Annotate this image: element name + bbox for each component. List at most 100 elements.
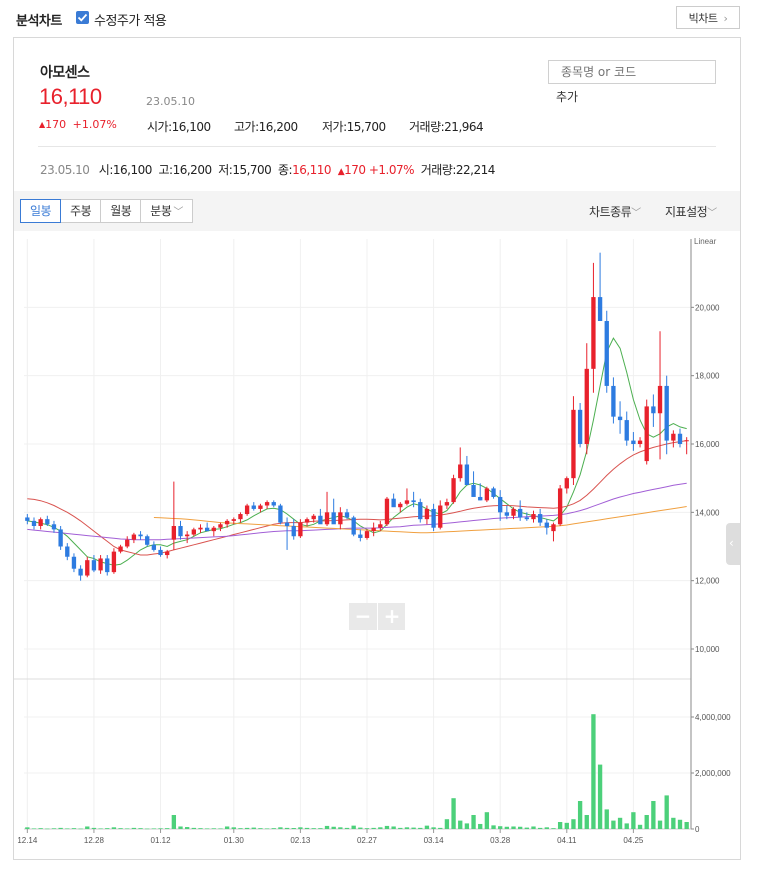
zoom-controls: − +: [349, 603, 405, 630]
adjusted-price-label[interactable]: 수정주가 적용: [94, 10, 167, 29]
adjusted-price-checkbox[interactable]: [76, 11, 89, 24]
candle-body: [311, 515, 316, 520]
volume-bar: [331, 826, 336, 829]
volume-bar: [571, 819, 576, 829]
chevron-down-icon: ﹀: [173, 207, 183, 218]
candle-body: [131, 534, 137, 540]
zoom-out-button[interactable]: −: [349, 603, 377, 630]
candle-body: [111, 551, 117, 573]
candle-body: [438, 505, 443, 528]
volume-bar: [51, 828, 57, 829]
chart-type-dropdown[interactable]: 차트종류﹀: [589, 203, 641, 220]
volume-bar: [165, 828, 170, 829]
volume-bar: [71, 828, 77, 829]
candle: [451, 474, 456, 504]
tab-monthly[interactable]: 월봉: [100, 199, 142, 223]
candle: [98, 555, 103, 574]
candle: [238, 512, 243, 523]
side-panel-handle[interactable]: ‹: [726, 523, 740, 565]
volume-bar: [85, 826, 90, 829]
volume-bar: [584, 815, 589, 829]
candle: [384, 496, 390, 526]
candle-body: [651, 406, 656, 414]
tab-daily[interactable]: 일봉: [20, 199, 62, 223]
volume-bar: [451, 798, 456, 829]
big-chart-button[interactable]: 빅차트 ›: [676, 6, 740, 29]
candle-body: [51, 524, 57, 530]
candle-body: [584, 368, 589, 444]
candle: [431, 503, 436, 532]
date-tick-label: 03.14: [424, 836, 445, 845]
ma20-line: [27, 440, 687, 556]
volume-bar: [444, 819, 450, 829]
volume-bar: [118, 828, 123, 829]
candle: [631, 432, 636, 451]
candle-body: [171, 526, 177, 540]
date-tick-label: 03.28: [490, 836, 511, 845]
volume-bar: [278, 827, 283, 829]
volume-tick-label: 0: [695, 825, 700, 834]
candle-body: [304, 519, 310, 523]
chevron-left-icon: ‹: [729, 536, 734, 550]
volume-bar: [604, 809, 609, 829]
volume-bar: [458, 820, 463, 829]
candle-body: [677, 433, 683, 444]
indicator-settings-dropdown[interactable]: 지표설정﹀: [665, 203, 717, 220]
zoom-in-button[interactable]: +: [377, 603, 406, 630]
high-value: 16,200: [258, 120, 299, 134]
high-price: 고가:16,200: [234, 120, 299, 134]
candle-body: [571, 409, 576, 479]
volume-bar: [145, 828, 150, 830]
volume-bar: [637, 824, 643, 829]
volume-bar: [384, 825, 390, 829]
candle-body: [351, 517, 356, 535]
price-tick-label: 20,000: [695, 303, 720, 312]
volume-bar: [304, 827, 310, 829]
candle-body: [551, 524, 556, 532]
candle: [537, 508, 543, 526]
candle-body: [71, 556, 77, 569]
volume-bar: [491, 825, 496, 829]
candle-body: [424, 508, 430, 520]
candle-body: [364, 531, 370, 538]
candle: [138, 531, 143, 540]
volume-bar: [504, 826, 510, 829]
stock-chart[interactable]: Linear 20,000 18,000 16,000 14,000 12,000 10,0…: [14, 231, 740, 859]
candle: [571, 396, 576, 485]
volume-bar: [271, 828, 276, 829]
candle-body: [524, 517, 529, 520]
chevron-down-icon: ﹀: [631, 208, 641, 219]
tab-weekly[interactable]: 주봉: [60, 199, 102, 223]
indicator-settings-label: 지표설정: [665, 205, 708, 219]
candle-body: [458, 464, 463, 479]
stock-search-input[interactable]: [548, 60, 716, 84]
candle: [151, 541, 157, 552]
volume-bar: [597, 764, 603, 829]
candle-body: [198, 527, 203, 530]
volume-bar: [204, 828, 210, 830]
volume-bar: [264, 828, 270, 830]
chevron-down-icon: ﹀: [707, 208, 717, 219]
candle-body: [271, 502, 276, 506]
summary-volume-label: 거래량: [420, 163, 453, 177]
candle: [131, 532, 137, 544]
summary-volume-value: 22,214: [455, 163, 496, 177]
candle: [651, 394, 656, 427]
tab-minute[interactable]: 분봉 ﹀: [140, 199, 193, 223]
volume-tick-label: 2,000,000: [695, 769, 731, 778]
candle-body: [597, 297, 603, 321]
candle: [78, 565, 83, 581]
candle-body: [45, 519, 50, 525]
summary-low-value: 15,700: [232, 163, 272, 177]
volume-bar: [404, 827, 410, 829]
candle-body: [118, 546, 123, 552]
candle-body: [238, 514, 243, 520]
candle-body: [165, 551, 170, 556]
volume-bar: [371, 827, 376, 829]
candle: [331, 498, 336, 525]
candle-body: [577, 409, 583, 444]
low-label: 저가: [322, 120, 344, 134]
add-button[interactable]: 추가: [556, 88, 578, 105]
candle-body: [185, 534, 190, 537]
summary-date: 23.05.10: [40, 163, 90, 177]
